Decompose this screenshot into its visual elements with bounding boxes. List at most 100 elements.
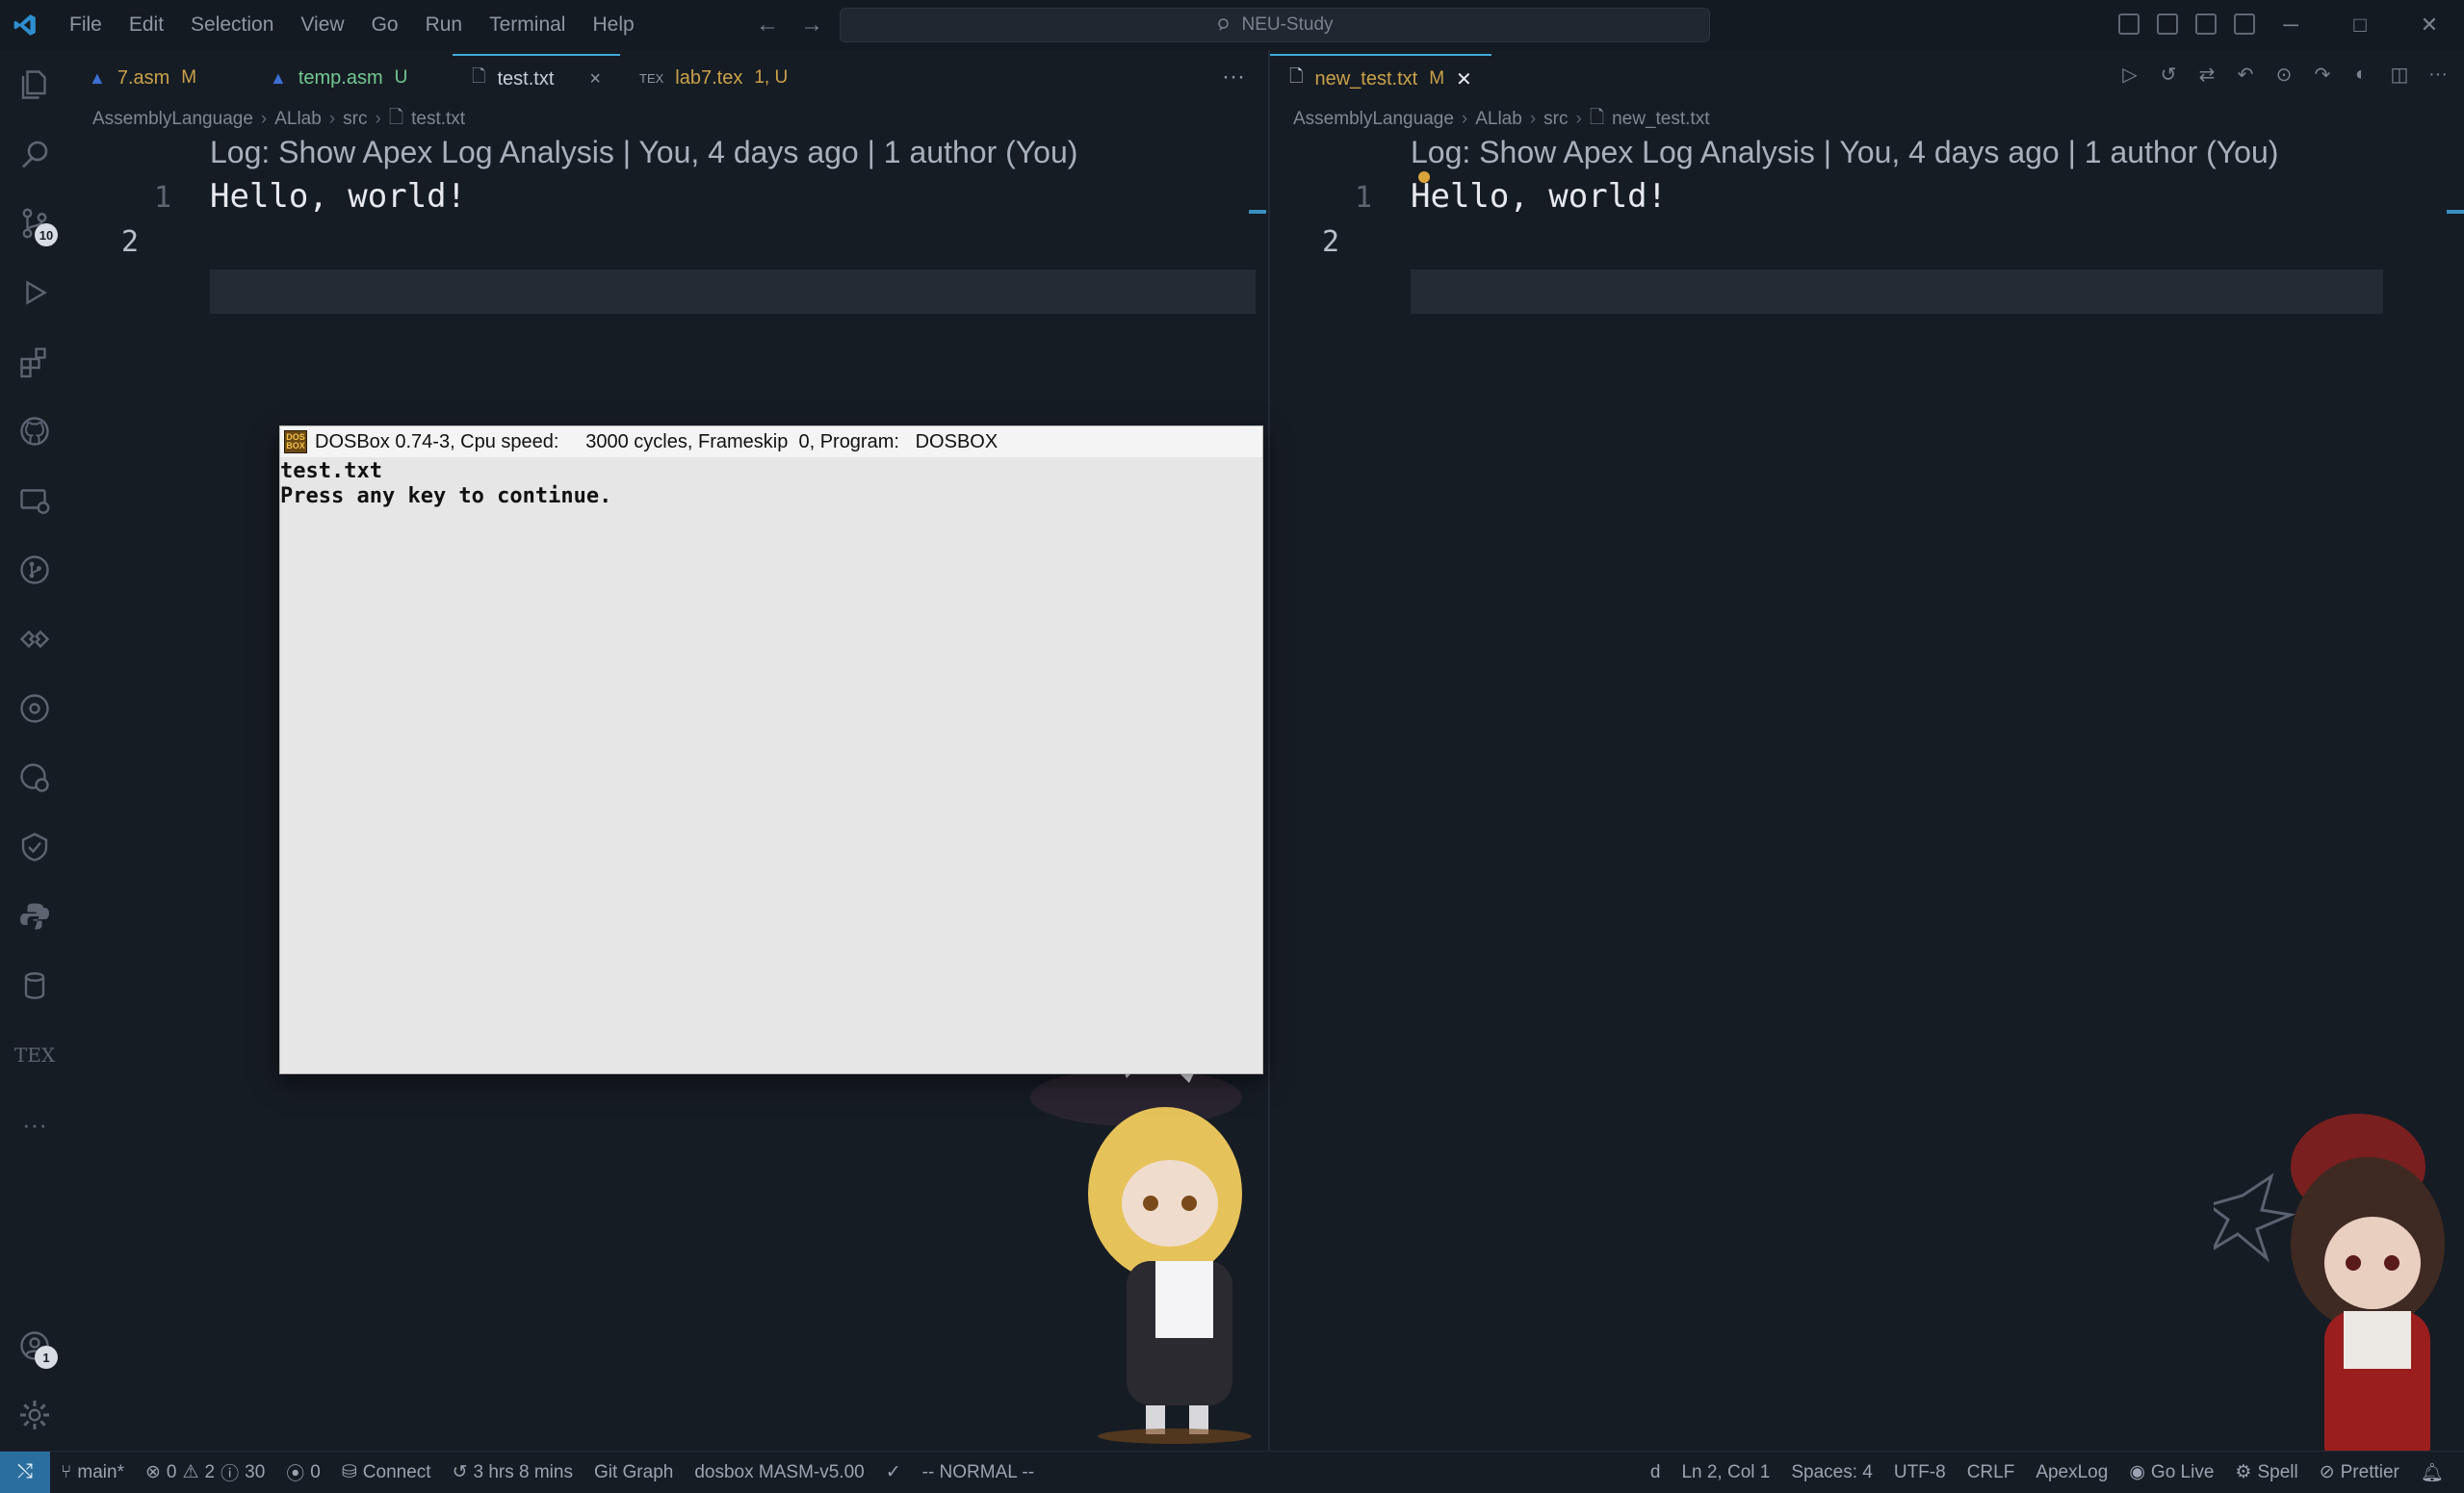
prettier-status[interactable]: ⊘ Prettier <box>2309 1461 2410 1483</box>
maximize-icon[interactable]: □ <box>2325 0 2395 50</box>
run-debug-icon[interactable] <box>13 271 56 314</box>
breadcrumb-item[interactable]: new_test.txt <box>1612 109 1709 130</box>
more-actions-icon[interactable]: ··· <box>2427 64 2449 85</box>
eol-status[interactable]: CRLF <box>1957 1462 2026 1483</box>
source-control-icon[interactable]: 10 <box>13 202 58 246</box>
previous-change-icon[interactable]: ↶ <box>2235 64 2256 86</box>
tab-label: test.txt <box>497 67 555 90</box>
problems-status[interactable]: ⊗ 0 ⚠ 2 ⓘ 30 <box>135 1459 275 1485</box>
breadcrumb-item[interactable]: src <box>1543 109 1568 130</box>
spell-label: Spell <box>2257 1461 2298 1482</box>
tab-7-asm[interactable]: ▲ 7.asm M <box>69 54 250 102</box>
open-changes-icon[interactable]: ⇄ <box>2196 64 2218 86</box>
go-live-status[interactable]: ◉ Go Live <box>2118 1461 2224 1483</box>
breadcrumb-item[interactable]: AssemblyLanguage <box>92 109 253 130</box>
accounts-icon[interactable]: 1 <box>13 1325 58 1369</box>
menu-help[interactable]: Help <box>579 0 647 50</box>
scrollbar-cursor-marker <box>1249 210 1266 214</box>
forward-arrow-icon[interactable]: → <box>800 12 823 39</box>
codelens[interactable]: Log: Show Apex Log Analysis | You, 4 day… <box>1411 135 2278 170</box>
indentation-status[interactable]: Spaces: 4 <box>1780 1462 1883 1483</box>
live-share-icon[interactable] <box>13 618 56 660</box>
tab-temp-asm[interactable]: ▲ temp.asm U <box>250 54 453 102</box>
menu-terminal[interactable]: Terminal <box>476 0 579 50</box>
decorative-character-image <box>2214 1114 2450 1493</box>
toggle-primary-sidebar-icon[interactable] <box>2118 13 2140 35</box>
next-change-icon[interactable]: ↷ <box>2312 64 2333 86</box>
more-views-icon[interactable]: ··· <box>13 1103 56 1145</box>
menu-view[interactable]: View <box>287 0 357 50</box>
testing-icon[interactable] <box>13 757 56 799</box>
explorer-icon[interactable] <box>13 64 56 106</box>
tab-test-txt[interactable]: 🗋 test.txt × <box>453 54 620 102</box>
close-tab-icon[interactable]: ✕ <box>1456 67 1472 91</box>
dosbox-window[interactable]: DOS BOX DOSBox 0.74-3, Cpu speed: 3000 c… <box>279 425 1263 1074</box>
cursor-position-status[interactable]: Ln 2, Col 1 <box>1671 1462 1780 1483</box>
code-line[interactable]: Hello, world! <box>1411 177 1667 216</box>
remote-indicator-icon[interactable]: ⤭ <box>0 1451 50 1493</box>
language-mode-status[interactable]: ApexLog <box>2025 1462 2118 1483</box>
spell-status[interactable]: ⚙ Spell <box>2224 1461 2308 1483</box>
tab-lab7-tex[interactable]: TEX lab7.tex 1, U <box>620 54 807 102</box>
database-icon[interactable] <box>13 965 56 1007</box>
database-icon: ⛁ <box>341 1462 357 1482</box>
history-icon[interactable]: ↺ <box>2158 64 2179 86</box>
settings-gear-icon[interactable] <box>13 1394 56 1436</box>
breadcrumb-item[interactable]: ALlab <box>1475 109 1522 130</box>
timeline-icon[interactable] <box>13 687 56 730</box>
split-editor-icon[interactable]: ◫ <box>2389 64 2410 86</box>
code-line[interactable]: Hello, world! <box>210 177 466 216</box>
dosbox-masm-status[interactable]: dosbox MASM-v5.00 <box>684 1462 874 1483</box>
connect-label: Connect <box>362 1461 431 1482</box>
tex-icon[interactable]: TEX <box>13 1034 56 1076</box>
check-icon[interactable]: ✓ <box>875 1461 912 1483</box>
lightbulb-icon[interactable] <box>1418 171 1430 183</box>
breadcrumb-item[interactable]: src <box>343 109 367 130</box>
dosbox-logo-icon: DOS BOX <box>284 430 307 453</box>
more-actions-icon[interactable]: ··· <box>1222 64 1245 90</box>
dosbox-title-bar[interactable]: DOS BOX DOSBox 0.74-3, Cpu speed: 3000 c… <box>280 426 1262 457</box>
close-tab-icon[interactable]: × <box>589 68 601 90</box>
toggle-secondary-sidebar-icon[interactable] <box>2195 13 2217 35</box>
python-icon[interactable] <box>13 895 56 938</box>
menu-file[interactable]: File <box>56 0 116 50</box>
minimize-icon[interactable]: ─ <box>2256 0 2325 50</box>
toggle-panel-icon[interactable] <box>2157 13 2178 35</box>
tab-new-test-txt[interactable]: 🗋 new_test.txt M ✕ <box>1270 54 1491 102</box>
menu-run[interactable]: Run <box>412 0 477 50</box>
breadcrumb-item[interactable]: AssemblyLanguage <box>1293 109 1454 130</box>
notifications-bell-icon[interactable]: 🔔︎ <box>2410 1461 2454 1484</box>
commit-icon[interactable]: ⊙ <box>2273 64 2295 86</box>
checklist-icon[interactable] <box>13 826 56 868</box>
vim-keys-status: d <box>1649 1461 1661 1482</box>
encoding-status[interactable]: UTF-8 <box>1883 1462 1957 1483</box>
info-count: 30 <box>245 1461 266 1482</box>
dosbox-screen[interactable]: test.txt Press any key to continue. <box>280 457 1262 509</box>
breadcrumb-item[interactable]: test.txt <box>411 109 465 130</box>
close-window-icon[interactable]: ✕ <box>2395 0 2464 50</box>
extensions-icon[interactable] <box>13 341 56 383</box>
menu-go[interactable]: Go <box>358 0 412 50</box>
search-view-icon[interactable] <box>13 133 56 175</box>
codelens[interactable]: Log: Show Apex Log Analysis | You, 4 day… <box>210 135 1077 170</box>
ports-status[interactable]: ⦿ 0 <box>275 1459 331 1485</box>
git-graph-status[interactable]: Git Graph <box>584 1462 684 1483</box>
menu-edit[interactable]: Edit <box>116 0 177 50</box>
breadcrumb-item[interactable]: ALlab <box>274 109 322 130</box>
time-tracker-status[interactable]: ↺ 3 hrs 8 mins <box>442 1461 584 1483</box>
github-icon[interactable] <box>13 410 56 452</box>
branch-status[interactable]: ⑂ main* <box>50 1462 135 1483</box>
command-center-search[interactable]: NEU-Study <box>840 8 1710 42</box>
activity-bar: 10 TEX ··· 1 <box>0 50 69 1451</box>
git-graph-icon[interactable] <box>13 549 56 591</box>
remote-explorer-icon[interactable] <box>13 479 56 522</box>
run-icon[interactable]: ▷ <box>2119 64 2140 86</box>
back-arrow-icon[interactable]: ← <box>756 12 779 39</box>
customize-layout-icon[interactable] <box>2234 13 2255 35</box>
connect-status[interactable]: ⛁ Connect <box>331 1461 442 1483</box>
current-line-highlight <box>1411 270 2383 314</box>
copilot-icon[interactable]: ◐ <box>2350 64 2372 85</box>
breadcrumb: AssemblyLanguage › ALlab › src › 🗋 test.… <box>69 102 1268 137</box>
editor-group-right: 🗋 new_test.txt M ✕ ▷ ↺ ⇄ ↶ ⊙ ↷ ◐ ◫ ··· A… <box>1268 50 2464 1493</box>
menu-selection[interactable]: Selection <box>177 0 287 50</box>
